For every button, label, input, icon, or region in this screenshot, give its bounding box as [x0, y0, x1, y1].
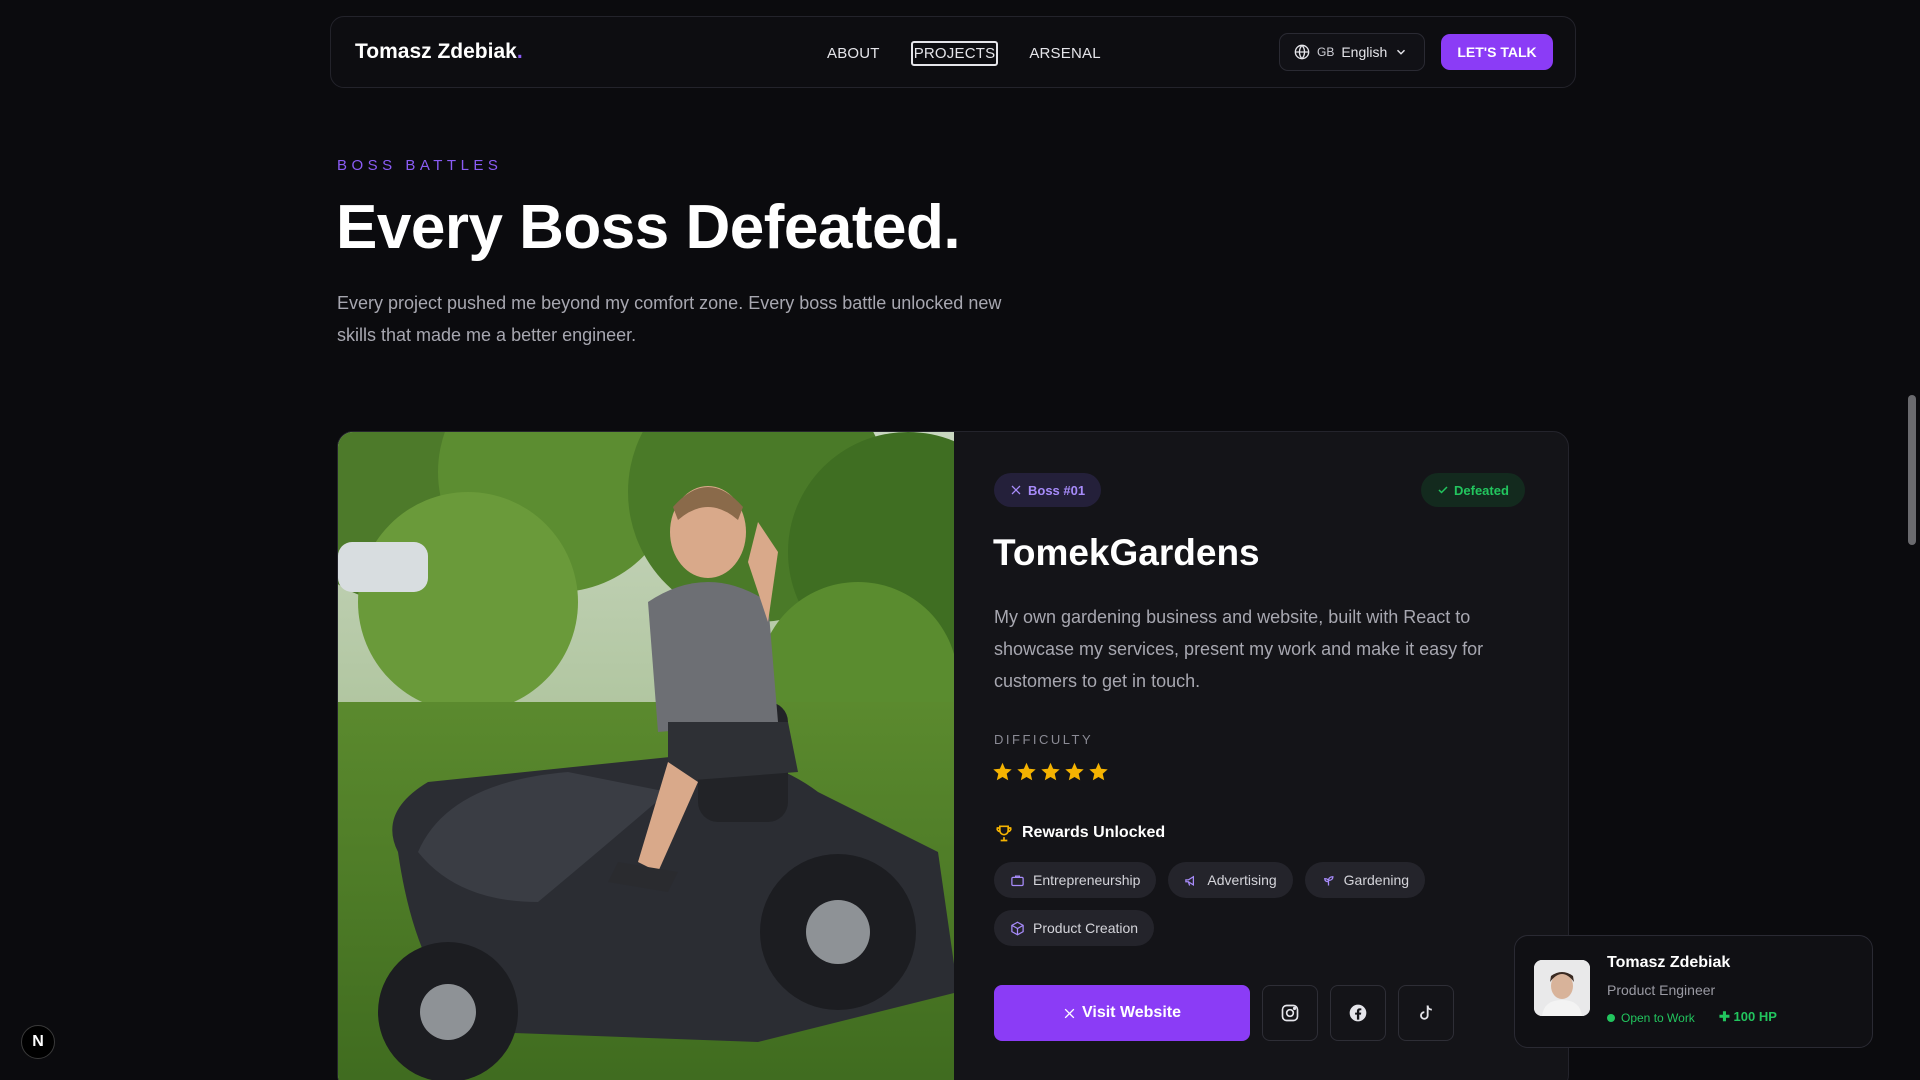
difficulty-label: DIFFICULTY: [994, 732, 1094, 747]
star-icon: [1065, 762, 1084, 781]
star-icon: [1041, 762, 1060, 781]
profile-name: Tomasz Zdebiak: [1607, 954, 1731, 971]
check-icon: [1438, 486, 1448, 494]
page-subtitle: Every project pushed me beyond my comfor…: [337, 293, 1002, 345]
chevron-down-icon: [1397, 49, 1406, 55]
swords-icon: [1011, 485, 1021, 495]
profile-card[interactable]: Tomasz Zdebiak Product Engineer Open to …: [1514, 935, 1873, 1048]
main-nav: ABOUT PROJECTS ARSENAL: [826, 17, 1102, 89]
sprout-icon: [1323, 875, 1334, 885]
status-badge: Defeated: [1421, 473, 1525, 507]
nav-link-projects[interactable]: PROJECTS: [910, 40, 999, 66]
project-card: Boss #01 Defeated TomekGardens My own ga…: [337, 431, 1569, 1080]
section-eyebrow: BOSS BATTLES: [337, 157, 503, 174]
instagram-icon: [1281, 1004, 1299, 1022]
scrollbar-thumb[interactable]: [1908, 395, 1916, 545]
hp-badge: ✚ 100 HP: [1719, 1009, 1777, 1024]
facebook-button[interactable]: [1330, 985, 1386, 1041]
star-icon: [993, 762, 1012, 781]
language-label: English: [1341, 44, 1388, 60]
facebook-icon: [1349, 1004, 1367, 1022]
brand-logo[interactable]: Tomasz Zdebiak.: [355, 40, 523, 64]
project-description: My own gardening business and website, b…: [994, 607, 1484, 691]
star-icon: [1089, 762, 1108, 781]
lets-talk-button[interactable]: LET'S TALK: [1441, 34, 1553, 70]
globe-icon: [1294, 44, 1310, 60]
box-icon: [1011, 921, 1024, 935]
reward-tag: Advertising: [1168, 862, 1293, 898]
star-icon: [1017, 762, 1036, 781]
nextjs-dev-indicator[interactable]: N: [21, 1025, 55, 1059]
top-navbar: Tomasz Zdebiak. ABOUT PROJECTS ARSENAL G…: [330, 16, 1576, 88]
project-photo: [338, 432, 954, 1080]
rewards-list: Entrepreneurship Advertising Gardening P…: [994, 862, 1554, 946]
rewards-heading: Rewards Unlocked: [994, 823, 1165, 843]
reward-tag: Product Creation: [994, 910, 1155, 946]
project-title: TomekGardens: [993, 532, 1260, 573]
tiktok-button[interactable]: [1398, 985, 1454, 1041]
megaphone-icon: [1185, 875, 1195, 886]
nav-link-arsenal[interactable]: ARSENAL: [1028, 43, 1101, 64]
profile-role: Product Engineer: [1607, 982, 1716, 998]
reward-tag: Gardening: [1304, 862, 1426, 898]
visit-website-button[interactable]: Visit Website: [994, 985, 1250, 1041]
language-code: GB: [1317, 45, 1335, 59]
instagram-button[interactable]: [1262, 985, 1318, 1041]
page-title: Every Boss Defeated.: [336, 193, 961, 262]
trophy-icon: [996, 825, 1012, 842]
avatar: [1534, 960, 1590, 1016]
status-badge: Open to Work: [1607, 1011, 1695, 1025]
page-scrollbar[interactable]: [1904, 0, 1920, 1080]
status-dot-icon: [1607, 1014, 1615, 1022]
swords-icon: [1064, 1008, 1075, 1018]
language-selector[interactable]: GB English: [1279, 33, 1425, 71]
reward-tag: Entrepreneurship: [994, 862, 1157, 898]
nav-link-about[interactable]: ABOUT: [826, 43, 881, 64]
tiktok-icon: [1420, 1005, 1432, 1020]
boss-badge: Boss #01: [994, 473, 1102, 507]
difficulty-stars: [992, 761, 1109, 782]
briefcase-icon: [1011, 875, 1024, 886]
